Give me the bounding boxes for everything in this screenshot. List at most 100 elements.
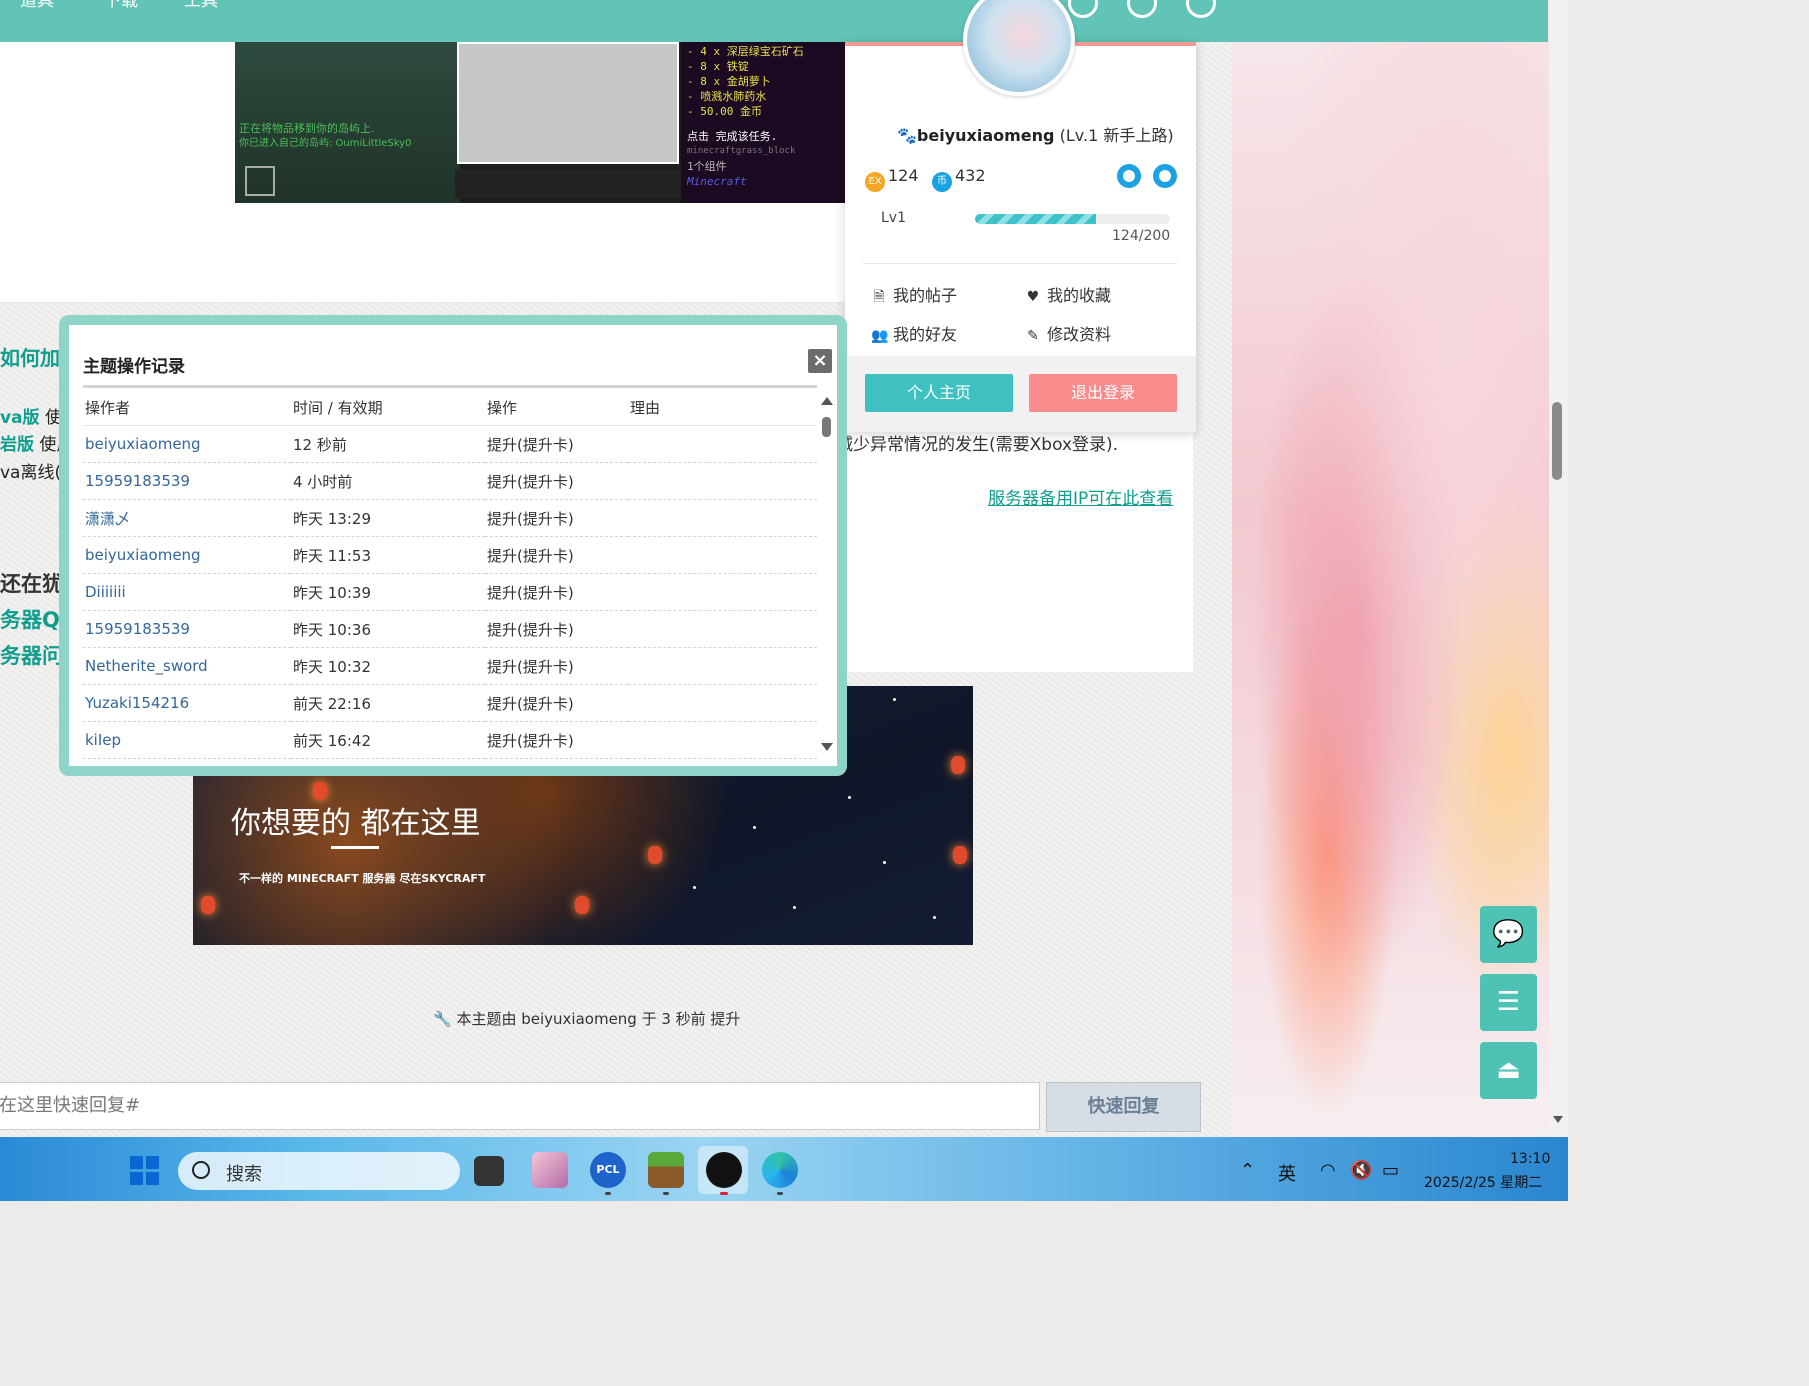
ime-indicator[interactable]: 英: [1278, 1160, 1296, 1186]
anime-app-icon[interactable]: [532, 1152, 568, 1188]
page-scrollbar[interactable]: [1549, 0, 1568, 1137]
notification-icon[interactable]: [1117, 164, 1141, 188]
dialog-divider: [83, 385, 817, 388]
mail-icon[interactable]: [1153, 164, 1177, 188]
minecraft-book-icon: [245, 166, 275, 196]
table-row: kiIep 前天 16:42 提升(提升卡): [83, 721, 817, 759]
operator-cell[interactable]: beiyuxiaomeng: [83, 536, 291, 574]
action-cell: 提升(提升卡): [485, 499, 628, 537]
quick-reply-input[interactable]: 在这里快速回复#: [0, 1082, 1040, 1130]
document-icon: 🗎: [873, 289, 885, 305]
edit-profile-link[interactable]: ✎ 修改资料: [1025, 321, 1111, 345]
volume-muted-icon[interactable]: 🔇: [1350, 1160, 1372, 1181]
time-cell: 前天 22:16: [291, 684, 485, 722]
time-cell: 昨天 10:32: [291, 647, 485, 685]
pcl-launcher-icon[interactable]: PCL: [590, 1152, 626, 1188]
wifi-icon[interactable]: ◠: [1320, 1160, 1336, 1181]
backup-ip-link[interactable]: 服务器备用IP可在此查看: [988, 484, 1173, 509]
bell-icon[interactable]: [1127, 0, 1157, 18]
minecraft-chat-line: 你已进入自己的岛屿: OumiLittleSky0: [239, 138, 412, 149]
faq-heading: 务器问: [0, 644, 63, 668]
heart-icon: ♥: [1026, 289, 1040, 305]
search-icon: [192, 1161, 210, 1179]
tooltip-line: 1个组件: [687, 160, 727, 173]
page-scroll-down-arrow[interactable]: [1553, 1116, 1563, 1123]
star-decoration: [753, 826, 756, 829]
taskbar-search[interactable]: [178, 1152, 460, 1190]
nav-item-items[interactable]: 道具: [20, 0, 54, 11]
minecraft-icon[interactable]: [648, 1152, 684, 1188]
operator-cell[interactable]: kiIep: [83, 721, 291, 759]
star-decoration: [893, 698, 896, 701]
my-favorites-link[interactable]: ♥ 我的收藏: [1025, 282, 1111, 306]
operator-cell[interactable]: 潇潇乄: [83, 499, 291, 537]
my-posts-link[interactable]: 🗎 我的帖子: [871, 282, 957, 310]
star-decoration: [693, 886, 696, 889]
clock-time[interactable]: 13:10: [1510, 1151, 1550, 1167]
lantern-decoration: [953, 846, 967, 864]
task-view-icon[interactable]: [474, 1156, 504, 1186]
post-icon[interactable]: [1068, 0, 1098, 18]
banner-subtitle: 不一样的 MINECRAFT 服务器 尽在SKYCRAFT: [239, 872, 486, 885]
table-row: beiyuxiaomeng 昨天 11:53 提升(提升卡): [83, 536, 817, 574]
operator-cell[interactable]: 15959183539: [83, 462, 291, 500]
operator-cell[interactable]: 15959183539: [83, 610, 291, 648]
table-row: Netherite_sword 昨天 10:32 提升(提升卡): [83, 647, 817, 685]
lantern-decoration: [648, 846, 662, 864]
operator-cell[interactable]: Diiiiiii: [83, 573, 291, 611]
star-decoration: [793, 906, 796, 909]
search-icon[interactable]: [1186, 0, 1216, 18]
chevron-up-icon[interactable]: ⌃: [1240, 1160, 1255, 1181]
operator-cell[interactable]: beiyuxiaomeng: [83, 425, 291, 463]
scroll-down-arrow[interactable]: [821, 743, 833, 751]
table-row: Diiiiiii 昨天 10:39 提升(提升卡): [83, 573, 817, 611]
tooltip-line: - 8 x 金胡萝卜: [687, 75, 771, 88]
logout-button[interactable]: 退出登录: [1029, 374, 1177, 412]
nav-item-tools[interactable]: 工具: [184, 0, 218, 11]
user-profile-popup: 🐾beiyuxiaomeng (Lv.1 新手上路) EX 124 币 432 Lv…: [845, 42, 1196, 432]
clock-date[interactable]: 2025/2/25 星期二: [1424, 1172, 1542, 1192]
level-progress-text: 124/200: [1112, 228, 1171, 244]
star-decoration: [848, 796, 851, 799]
running-indicator: [605, 1192, 611, 1195]
profile-divider: [863, 263, 1177, 264]
my-friends-link[interactable]: 👥 我的好友: [871, 321, 957, 345]
ex-value: 124: [888, 166, 919, 185]
dialog-scroll-thumb[interactable]: [822, 417, 831, 437]
promote-note: 🔧 本主题由 beiyuxiaomeng 于 3 秒前 提升: [433, 1008, 740, 1029]
banner-title: 你想要的 都在这里: [231, 806, 481, 841]
quick-reply-button[interactable]: 快速回复: [1046, 1082, 1201, 1132]
outline-icon[interactable]: ☰: [1480, 974, 1537, 1031]
bedrock-label: 岩版: [0, 435, 34, 455]
operator-cell[interactable]: Yuzaki154216: [83, 684, 291, 722]
edge-browser-icon[interactable]: [762, 1152, 798, 1188]
my-posts-label: 我的帖子: [893, 286, 958, 305]
tooltip-line: - 8 x 铁锭: [687, 60, 749, 73]
scroll-up-arrow[interactable]: [821, 397, 833, 405]
bedrock-note: 减少异常情况的发生(需要Xbox登录).: [836, 435, 1119, 455]
operator-cell[interactable]: Netherite_sword: [83, 647, 291, 685]
nav-item-download[interactable]: 下载: [104, 0, 138, 11]
profile-username[interactable]: beiyuxiaomeng: [917, 126, 1055, 145]
page-scroll-thumb[interactable]: [1552, 402, 1562, 480]
battery-icon[interactable]: ▭: [1382, 1160, 1399, 1181]
lantern-decoration: [201, 896, 215, 914]
minecraft-screenshot: 正在将物品移到你的岛屿上. 你已进入自己的岛屿: OumiLittleSky0 …: [235, 42, 845, 203]
coin-value: 432: [955, 166, 986, 185]
lantern-decoration: [575, 896, 589, 914]
banner-divider: [331, 846, 379, 849]
reason-cell: [628, 499, 817, 537]
reason-cell: [628, 462, 817, 500]
operation-log-dialog: 主题操作记录 × 操作者 时间 / 有效期 操作 理由 beiyuxiaomen…: [69, 325, 837, 766]
action-cell: 提升(提升卡): [485, 462, 628, 500]
close-icon[interactable]: ×: [808, 349, 832, 373]
profile-level: Lv1: [881, 210, 906, 226]
back-to-top-icon[interactable]: ⏏: [1480, 1042, 1537, 1099]
java-label: va版: [0, 408, 40, 428]
personal-home-button[interactable]: 个人主页: [865, 374, 1013, 412]
my-friends-label: 我的好友: [893, 325, 958, 344]
windows-start-icon[interactable]: [130, 1156, 160, 1186]
tooltip-line: Minecraft: [687, 175, 747, 188]
level-progress-bar: [975, 214, 1170, 224]
comment-icon[interactable]: 💬: [1480, 906, 1537, 963]
